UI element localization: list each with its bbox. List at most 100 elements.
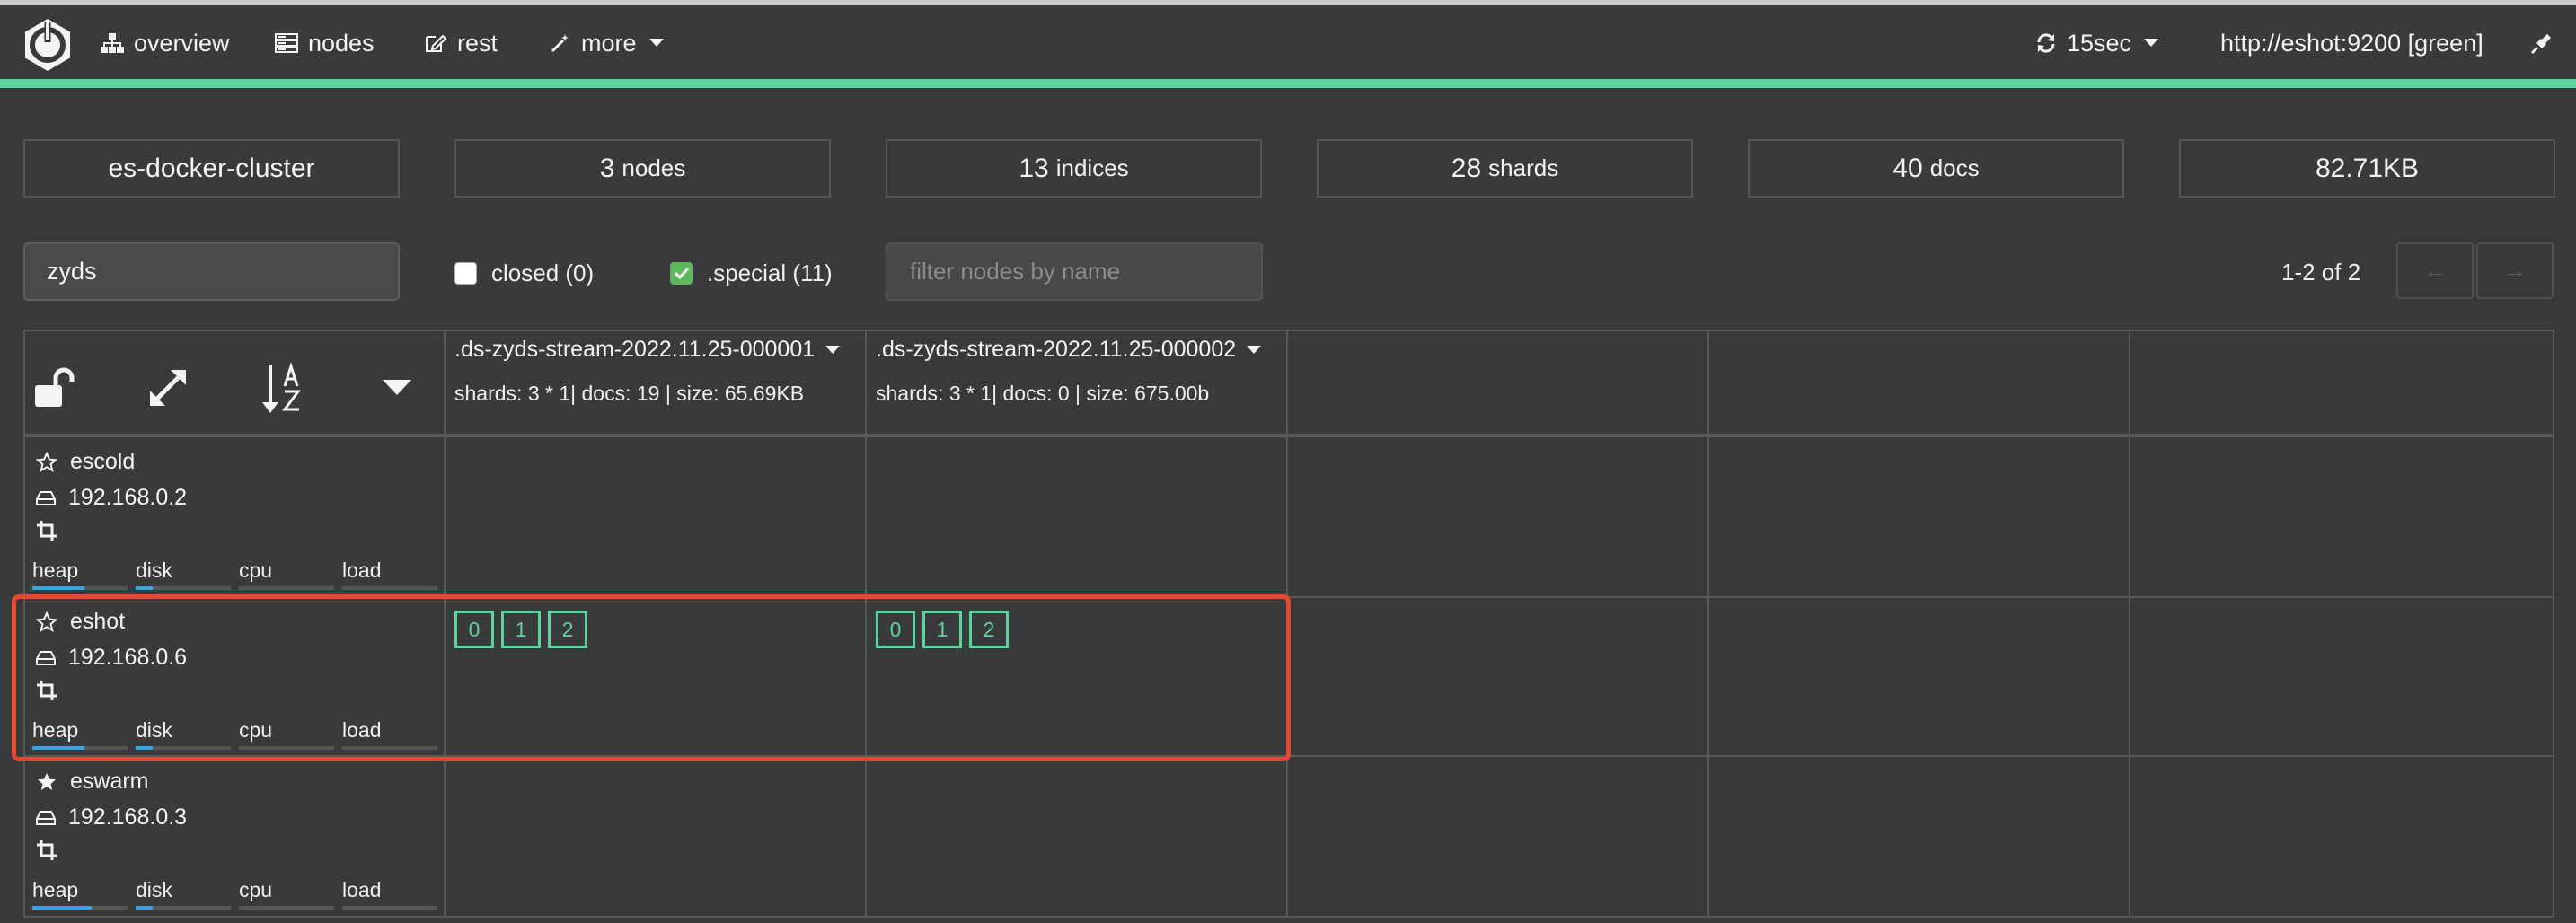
node-row-escold: escold 192.168.0.2 heap disk cpu load <box>23 437 444 596</box>
shard-box[interactable]: 1 <box>501 611 541 648</box>
load-bar <box>342 586 437 590</box>
prev-page-button[interactable]: ← <box>2396 242 2474 299</box>
table-options-dropdown[interactable] <box>370 356 424 419</box>
heap-bar <box>32 586 128 590</box>
sort-by-name-button[interactable] <box>257 356 311 419</box>
crop-icon <box>37 840 57 860</box>
index-header[interactable]: .ds-zyds-stream-2022.11.25-000002 shards… <box>876 337 1262 406</box>
caret-down-icon <box>648 39 664 47</box>
refresh-interval-label: 15sec <box>2067 29 2132 57</box>
column-divider <box>1286 330 1288 918</box>
navbar: overview nodes rest more 15sec http://es… <box>0 5 2576 83</box>
node-name-row[interactable]: eshot <box>36 609 125 635</box>
disk-bar <box>136 586 231 590</box>
nav-rest-label: rest <box>457 29 498 57</box>
cluster-health-bar <box>0 79 2576 88</box>
special-label: .special (11) <box>707 259 833 286</box>
hdd-icon <box>36 650 56 665</box>
nodes-label: nodes <box>622 154 686 181</box>
metric-heap-label: heap <box>32 718 79 742</box>
closed-checkbox[interactable] <box>454 261 477 285</box>
heap-bar <box>32 906 128 910</box>
shard-box[interactable]: 2 <box>969 611 1009 648</box>
hdd-icon <box>36 810 56 825</box>
nav-overview[interactable]: overview <box>101 25 230 61</box>
shard-box[interactable]: 1 <box>922 611 962 648</box>
closed-indices-toggle[interactable]: closed (0) <box>454 255 594 291</box>
docs-count: 40 <box>1892 153 1923 183</box>
nodes-count: 3 <box>599 153 615 183</box>
nav-nodes[interactable]: nodes <box>275 25 375 61</box>
shard-box[interactable]: 0 <box>454 611 494 648</box>
disk-fill <box>136 906 154 910</box>
node-name-row[interactable]: escold <box>36 449 135 475</box>
star-outline-icon <box>36 611 57 632</box>
node-ip-row: 192.168.0.3 <box>36 804 187 831</box>
shard-box[interactable]: 0 <box>876 611 915 648</box>
node-ip-row: 192.168.0.2 <box>36 485 187 511</box>
column-divider <box>2553 330 2554 918</box>
stat-docs: 40 docs <box>1748 139 2124 198</box>
indices-label: indices <box>1055 154 1129 181</box>
cpu-bar <box>239 906 334 910</box>
crop-icon <box>37 521 57 541</box>
docs-label: docs <box>1929 154 1980 181</box>
metric-disk-label: disk <box>136 558 172 582</box>
stat-indices: 13 indices <box>886 139 1262 198</box>
unlock-button[interactable] <box>29 356 83 419</box>
closed-label: closed (0) <box>491 259 595 286</box>
metric-load-label: load <box>342 718 382 742</box>
node-row-eswarm: eswarm 192.168.0.3 heap disk cpu load <box>23 757 444 916</box>
nav-nodes-label: nodes <box>308 29 375 57</box>
special-indices-toggle[interactable]: .special (11) <box>670 255 833 291</box>
cluster-url[interactable]: http://eshot:9200 [green] <box>2220 25 2483 61</box>
metric-load-label: load <box>342 558 382 582</box>
heap-bar <box>32 746 128 750</box>
pagination-info: 1-2 of 2 <box>2281 259 2361 286</box>
column-divider <box>444 330 446 918</box>
index-meta: shards: 3 * 1| docs: 0 | size: 675.00b <box>876 382 1210 405</box>
metric-cpu-label: cpu <box>239 558 273 582</box>
caret-down-icon[interactable] <box>825 346 841 354</box>
star-outline-icon <box>36 451 57 472</box>
nav-more-dropdown[interactable]: more <box>550 25 674 61</box>
column-divider <box>865 330 867 918</box>
metric-heap-label: heap <box>32 878 79 901</box>
nav-rest[interactable]: rest <box>424 25 498 61</box>
expand-icon <box>150 370 186 406</box>
column-divider <box>2129 330 2130 918</box>
disconnect-button[interactable] <box>2529 25 2564 61</box>
caret-down-icon <box>383 380 411 395</box>
sort-alpha-icon <box>262 362 301 413</box>
unlock-icon <box>35 367 75 407</box>
metric-load-label: load <box>342 878 382 901</box>
load-bar <box>342 746 437 750</box>
cluster-url-label: http://eshot:9200 [green] <box>2220 29 2483 57</box>
index-header[interactable]: .ds-zyds-stream-2022.11.25-000001 shards… <box>454 337 841 406</box>
special-checkbox[interactable] <box>670 261 693 285</box>
crop-icon <box>37 681 57 700</box>
node-filter-input[interactable] <box>886 242 1263 301</box>
table-border-top <box>23 330 2554 331</box>
node-ip: 192.168.0.2 <box>68 485 188 510</box>
stat-size: 82.71KB <box>2179 139 2555 198</box>
cerebro-logo-icon[interactable] <box>20 17 75 73</box>
refresh-icon <box>2037 33 2055 53</box>
index-filter-input[interactable] <box>23 242 400 301</box>
heap-fill <box>32 746 85 750</box>
stat-cluster-name: es-docker-cluster <box>23 139 400 198</box>
nav-overview-label: overview <box>134 29 230 57</box>
node-name-row[interactable]: eswarm <box>36 769 149 795</box>
check-icon <box>674 267 689 279</box>
shards-count: 28 <box>1451 153 1482 183</box>
load-bar <box>342 906 437 910</box>
next-page-button[interactable]: → <box>2476 242 2554 299</box>
indices-count: 13 <box>1019 153 1049 183</box>
shard-box[interactable]: 2 <box>548 611 587 648</box>
table-border-bottom <box>23 916 2554 918</box>
caret-down-icon[interactable] <box>1247 346 1262 354</box>
stat-shards: 28 shards <box>1317 139 1693 198</box>
refresh-interval-dropdown[interactable]: 15sec <box>2035 25 2168 61</box>
hdd-icon <box>36 490 56 505</box>
expand-button[interactable] <box>141 356 195 419</box>
